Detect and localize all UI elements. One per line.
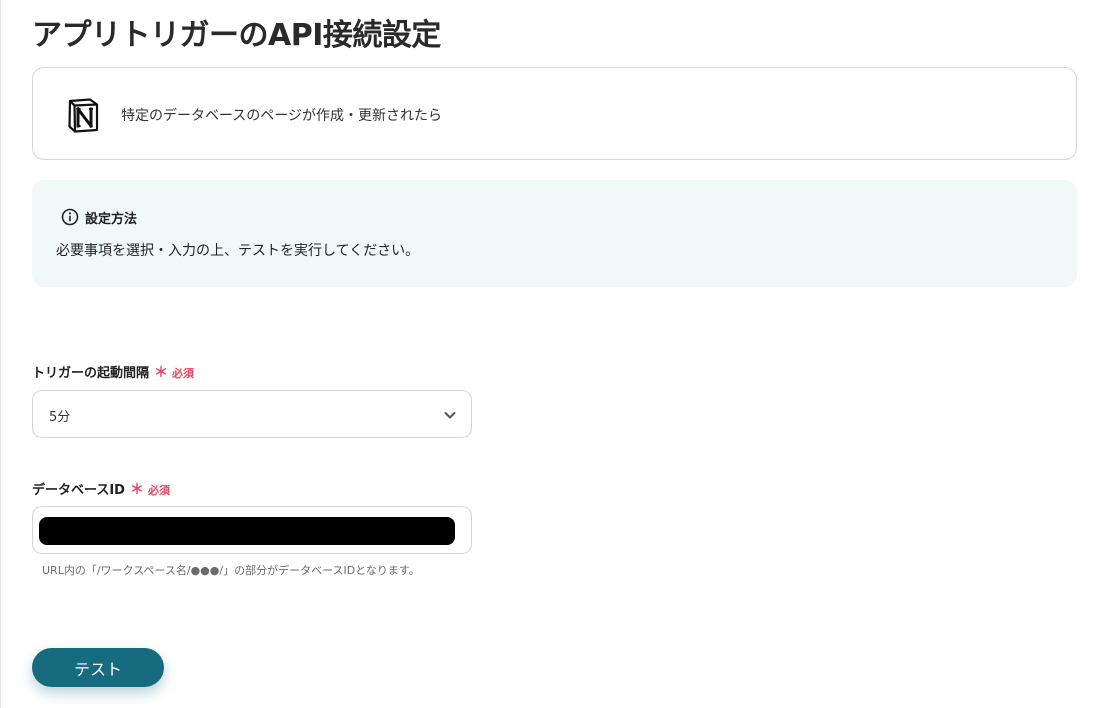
info-heading: 設定方法 — [85, 212, 138, 227]
info-body: 必要事項を選択・入力の上、テストを実行してください。 — [56, 243, 420, 259]
info-box: 設定方法 必要事項を選択・入力の上、テストを実行してください。 — [32, 180, 1077, 287]
interval-label-text: トリガーの起動間隔 — [32, 366, 150, 381]
required-badge: 必須 — [172, 367, 195, 380]
database-id-field-label: データベースID ＊必須 — [32, 479, 170, 499]
notion-logo-icon — [68, 98, 99, 133]
interval-field-label: トリガーの起動間隔 ＊必須 — [32, 362, 194, 382]
required-asterisk: ＊ — [154, 365, 169, 381]
page-title: アプリトリガーのAPI接続設定 — [32, 18, 441, 53]
database-id-label-text: データベースID — [32, 483, 125, 498]
trigger-description: 特定のデータベースのページが作成・更新されたら — [121, 108, 443, 124]
info-circle-icon — [61, 208, 79, 226]
app-trigger-card: 特定のデータベースのページが作成・更新されたら — [32, 67, 1077, 160]
database-id-help-text: URL内の「/ワークスペース名/●●●/」の部分がデータベースIDとなります。 — [42, 564, 420, 577]
interval-select[interactable]: 5分 — [32, 390, 472, 438]
interval-selected-value: 5分 — [49, 410, 71, 425]
required-asterisk: ＊ — [129, 482, 144, 498]
chevron-down-icon[interactable] — [443, 408, 457, 422]
database-id-input[interactable] — [32, 506, 472, 554]
required-badge: 必須 — [147, 484, 170, 497]
test-button[interactable]: テスト — [32, 648, 164, 687]
redacted-value — [39, 517, 455, 545]
settings-page: アプリトリガーのAPI接続設定 特定のデータベースのページが作成・更新されたら … — [0, 0, 1096, 708]
